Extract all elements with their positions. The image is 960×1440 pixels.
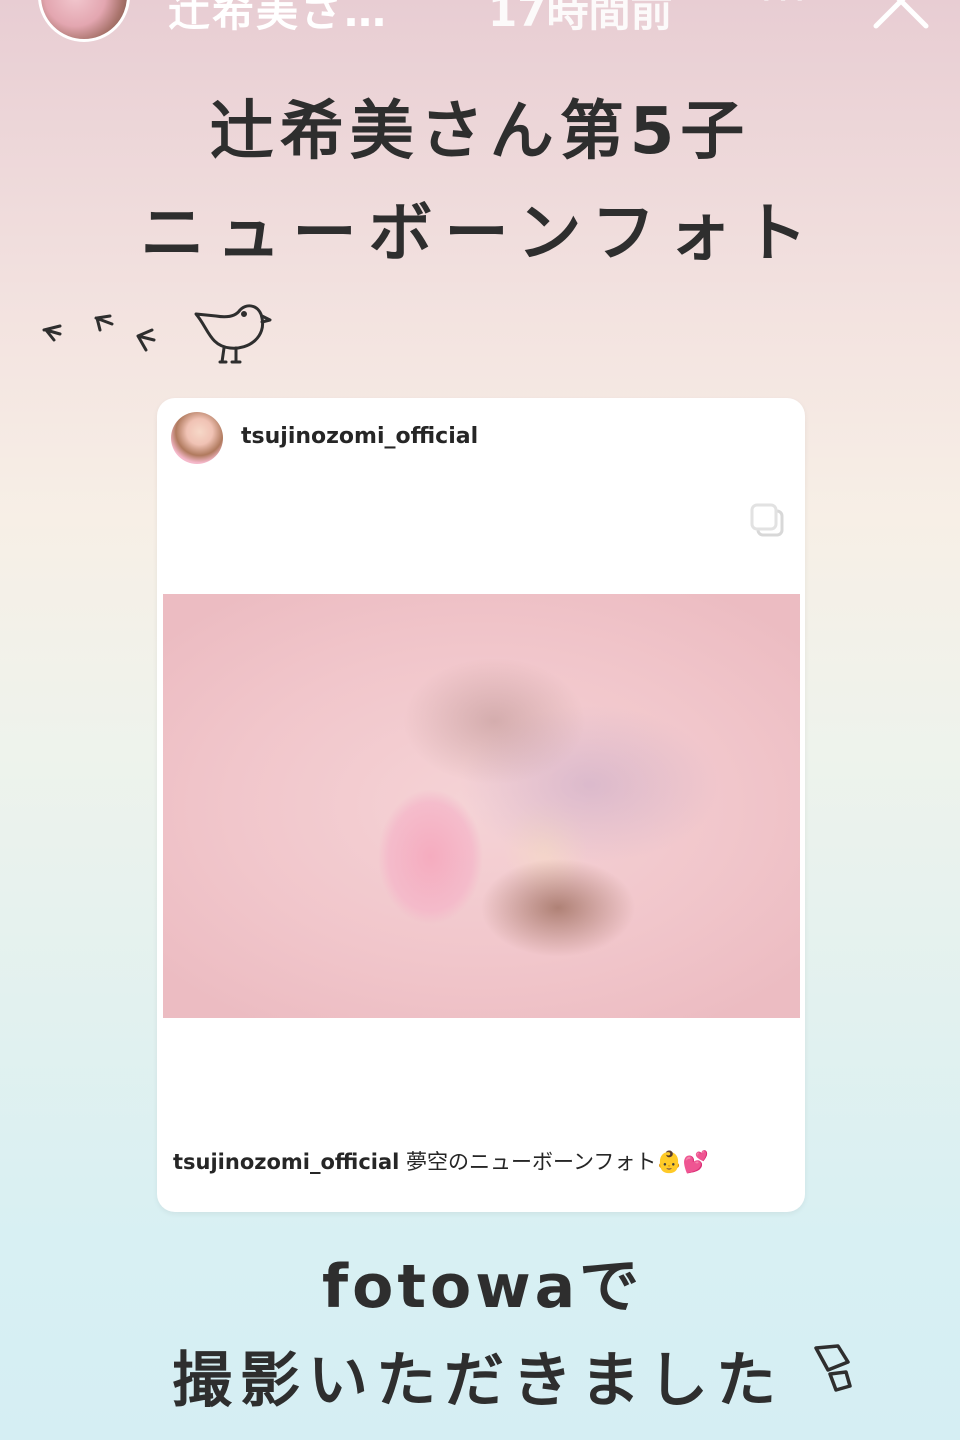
post-avatar[interactable] bbox=[171, 412, 223, 464]
headline-title: 辻希美さん第5子 bbox=[209, 95, 751, 169]
post-caption: tsujinozomi_official 夢空のニューボーンフォト👶💕 bbox=[173, 1146, 709, 1176]
post-photo[interactable] bbox=[163, 594, 800, 1018]
caption-text: 夢空のニューボーンフォト👶💕 bbox=[406, 1150, 709, 1174]
close-icon[interactable] bbox=[870, 0, 932, 32]
caption-username[interactable]: tsujinozomi_official bbox=[173, 1150, 399, 1174]
tag-icon bbox=[814, 1344, 852, 1392]
post-username[interactable]: tsujinozomi_official bbox=[241, 424, 478, 449]
more-options-button[interactable]: ··· bbox=[760, 0, 810, 22]
story-username[interactable]: 辻希美さ… bbox=[168, 0, 388, 39]
bird-doodle-icon bbox=[42, 304, 272, 364]
embedded-post-card[interactable]: tsujinozomi_official tsujinozomi_officia… bbox=[157, 398, 805, 1212]
headline-subtitle: ニューボーンフォト bbox=[140, 197, 820, 271]
multiple-images-icon bbox=[750, 503, 784, 537]
story-avatar[interactable] bbox=[38, 0, 130, 42]
footer-text-line1: fotowaで bbox=[322, 1252, 644, 1322]
story-timestamp: 17時間前 bbox=[488, 0, 673, 36]
story-header: 辻希美さ… 17時間前 ··· bbox=[0, 0, 960, 42]
footer-text-line2: 撮影いただきました bbox=[172, 1346, 784, 1416]
